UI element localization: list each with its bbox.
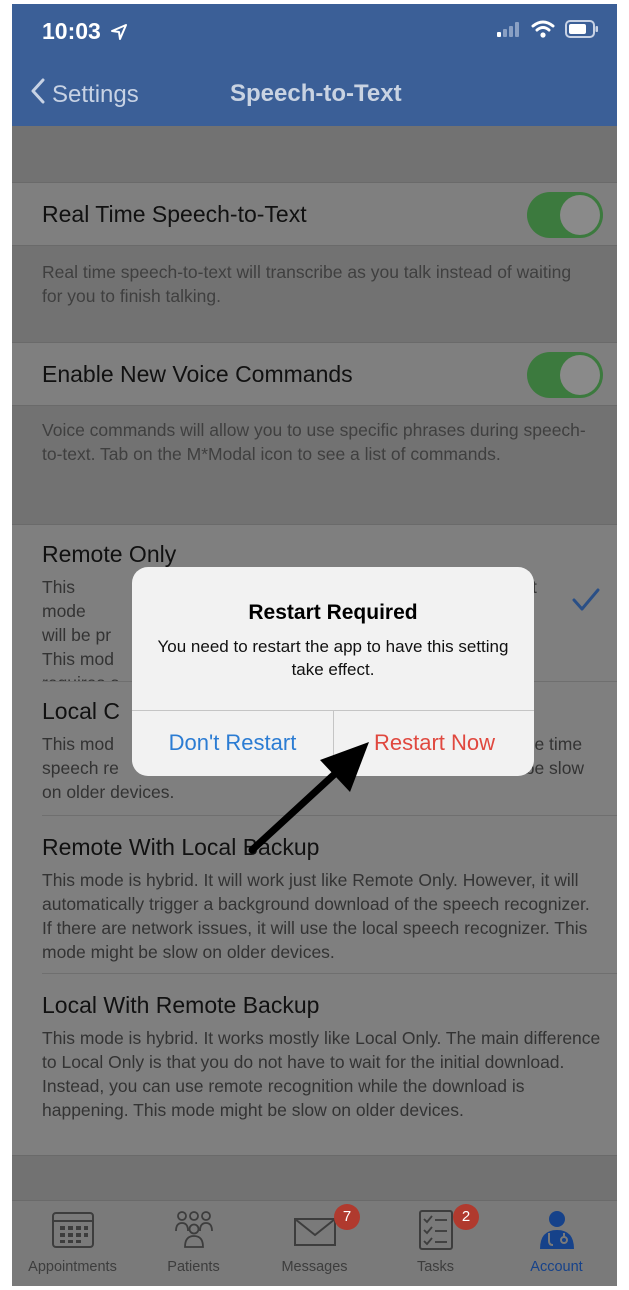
toggle-knob xyxy=(560,195,600,235)
toggle-knob xyxy=(560,355,600,395)
restart-now-button[interactable]: Restart Now xyxy=(334,710,534,776)
back-button[interactable]: Settings xyxy=(30,78,139,111)
tab-label: Messages xyxy=(281,1259,348,1275)
location-arrow-icon xyxy=(111,19,128,46)
voice-commands-row: Enable New Voice Commands xyxy=(12,342,617,406)
checkmark-icon xyxy=(571,587,601,618)
voice-commands-footer: Voice commands will allow you to use spe… xyxy=(12,406,617,524)
restart-alert-dialog: Restart Required You need to restart the… xyxy=(132,567,534,776)
mode-description-fragment: This mode will be pr This mod requires a xyxy=(42,577,120,693)
realtime-speech-row: Real Time Speech-to-Text xyxy=(12,182,617,246)
section-spacer xyxy=(12,1156,617,1200)
navigation-bar: Settings Speech-to-Text xyxy=(12,64,617,126)
voice-commands-label: Enable New Voice Commands xyxy=(42,361,353,387)
mode-title: Remote With Local Backup xyxy=(42,834,320,860)
phone-screen: 10:03 Settings Speech-to-Text Real Time … xyxy=(12,4,617,1286)
status-bar: 10:03 xyxy=(12,4,617,64)
tasks-badge: 2 xyxy=(453,1204,479,1230)
mode-title: Local With Remote Backup xyxy=(42,992,320,1018)
tab-label: Account xyxy=(530,1259,583,1275)
back-label: Settings xyxy=(52,80,139,108)
tab-label: Patients xyxy=(167,1259,220,1275)
page-title: Speech-to-Text xyxy=(230,80,402,107)
chevron-left-icon xyxy=(30,78,46,111)
mode-title: Local C xyxy=(42,698,120,724)
mode-title: Remote Only xyxy=(42,541,177,567)
battery-icon xyxy=(565,20,599,43)
dont-restart-button[interactable]: Don't Restart xyxy=(132,710,333,776)
mode-description-fragment-right: t xyxy=(532,577,537,597)
mode-description: This mode is hybrid. It will work just l… xyxy=(42,870,590,962)
status-time: 10:03 xyxy=(42,18,128,46)
tab-appointments[interactable]: Appointments xyxy=(12,1201,133,1286)
section-spacer xyxy=(12,126,617,182)
messages-badge: 7 xyxy=(334,1204,360,1230)
realtime-speech-toggle[interactable] xyxy=(527,192,603,238)
voice-commands-footer-text: Voice commands will allow you to use spe… xyxy=(42,420,586,464)
people-icon xyxy=(172,1209,216,1254)
alert-message: You need to restart the app to have this… xyxy=(157,637,509,679)
calendar-icon xyxy=(51,1209,95,1254)
tab-label: Tasks xyxy=(416,1259,455,1275)
envelope-icon xyxy=(293,1209,337,1254)
mode-description: This mode is hybrid. It works mostly lik… xyxy=(42,1028,601,1120)
tab-tasks[interactable]: 2 Tasks xyxy=(375,1201,496,1286)
tab-label: Appointments xyxy=(28,1259,117,1275)
doctor-icon xyxy=(537,1209,577,1256)
realtime-speech-footer: Real time speech-to-text will transcribe… xyxy=(12,246,617,342)
voice-commands-toggle[interactable] xyxy=(527,352,603,398)
mode-local-with-remote-backup[interactable]: Local With Remote Backup This mode is hy… xyxy=(12,974,617,1156)
tab-bar: Appointments Patients 7 Messages 2 Tasks xyxy=(12,1200,617,1286)
tab-messages[interactable]: 7 Messages xyxy=(254,1201,375,1286)
tab-patients[interactable]: Patients xyxy=(133,1201,254,1286)
checklist-icon xyxy=(414,1209,458,1256)
cellular-signal-icon xyxy=(497,21,521,42)
mode-remote-with-local-backup[interactable]: Remote With Local Backup This mode is hy… xyxy=(12,816,617,974)
alert-title: Restart Required xyxy=(248,601,418,624)
wifi-icon xyxy=(531,20,555,43)
realtime-speech-footer-text: Real time speech-to-text will transcribe… xyxy=(42,262,572,306)
realtime-speech-label: Real Time Speech-to-Text xyxy=(42,201,307,227)
tab-account[interactable]: Account xyxy=(496,1201,617,1286)
